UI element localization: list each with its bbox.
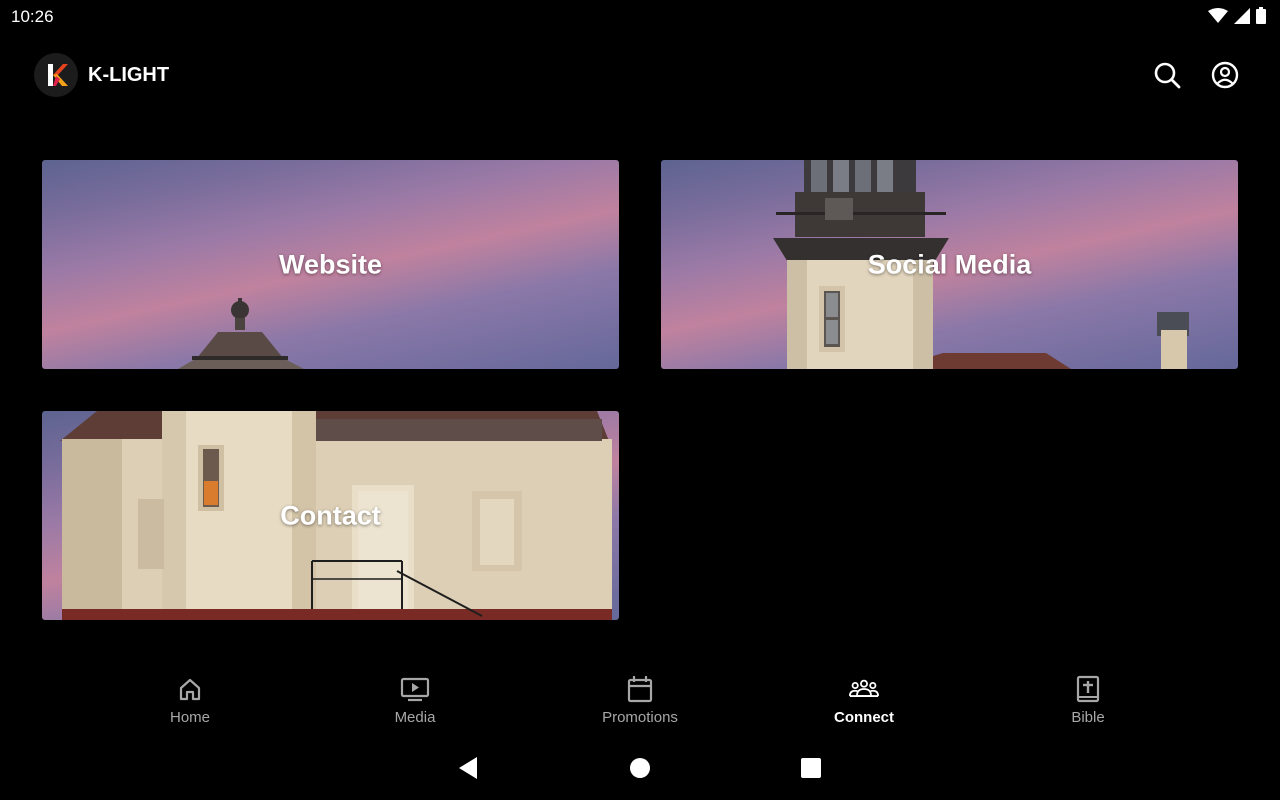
back-button[interactable]: [455, 755, 481, 781]
recents-button[interactable]: [798, 755, 824, 781]
website-card[interactable]: Website: [42, 160, 619, 369]
system-home-button[interactable]: [627, 755, 653, 781]
back-icon: [459, 757, 477, 779]
nav-label-home: Home: [169, 709, 210, 726]
nav-label-media: Media: [394, 709, 436, 726]
nav-item-promotions[interactable]: Promotions: [580, 668, 700, 734]
nav-label-connect: Connect: [834, 709, 894, 726]
card-label-contact: Contact: [280, 500, 381, 530]
search-icon: [1154, 62, 1181, 89]
account-button[interactable]: [1210, 60, 1240, 90]
card-label-website: Website: [278, 249, 383, 279]
nav-item-connect[interactable]: Connect: [804, 668, 924, 734]
card-label-social-media: Social Media: [867, 249, 1032, 279]
app-logo[interactable]: [34, 53, 78, 97]
status-time: 10:26: [11, 7, 54, 26]
wifi-icon: [1208, 7, 1228, 29]
media-icon: [400, 674, 430, 704]
bible-icon: [1073, 674, 1103, 704]
bottom-navigation: Home Media Promotions Connect Bible: [0, 668, 1280, 734]
signal-icon: [1234, 7, 1250, 29]
nav-label-bible: Bible: [1071, 709, 1105, 726]
calendar-icon: [625, 674, 655, 704]
app-bar: K-LIGHT: [0, 50, 1280, 100]
app-title: K-LIGHT: [88, 64, 170, 86]
status-icons: [1208, 7, 1266, 29]
battery-icon: [1256, 7, 1266, 29]
account-icon: [1211, 61, 1239, 89]
k-logo-icon: [48, 64, 68, 86]
app-actions: [1152, 60, 1240, 90]
contact-card[interactable]: Contact: [42, 411, 619, 620]
nav-label-promotions: Promotions: [602, 709, 678, 726]
search-button[interactable]: [1152, 60, 1182, 90]
home-icon: [175, 674, 205, 704]
status-bar: 10:26: [0, 0, 1280, 32]
home-circle-icon: [630, 758, 650, 778]
nav-item-home[interactable]: Home: [130, 668, 250, 734]
recents-icon: [801, 758, 821, 778]
social-media-card[interactable]: Social Media: [661, 160, 1238, 369]
system-navigation: [0, 745, 1280, 790]
nav-item-media[interactable]: Media: [355, 668, 475, 734]
nav-item-bible[interactable]: Bible: [1028, 668, 1148, 734]
group-icon: [849, 674, 879, 704]
